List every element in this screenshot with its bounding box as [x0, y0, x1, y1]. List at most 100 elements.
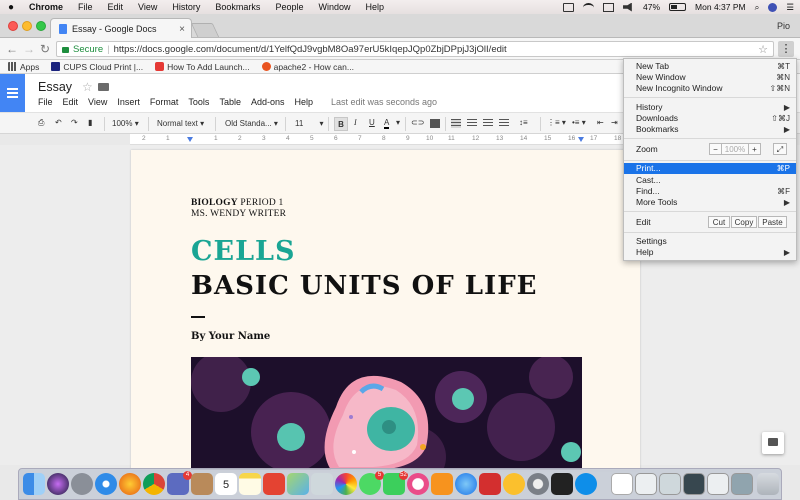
menu-bookmarks[interactable]: Bookmarks — [208, 2, 268, 12]
print-icon[interactable]: ⎙ — [38, 118, 44, 128]
docs-menu-insert[interactable]: Insert — [117, 97, 140, 107]
heading-main[interactable]: BASIC UNITS OF LIFE — [191, 271, 538, 301]
pdf-document-icon[interactable] — [611, 473, 633, 495]
menu-more-tools[interactable]: More Tools ▶ — [624, 197, 796, 208]
docs-menu-view[interactable]: View — [88, 97, 107, 107]
bookmark-cups[interactable]: CUPS Cloud Print |... — [51, 62, 143, 72]
ruler[interactable]: 2 1 1 2 3 4 5 6 7 8 9 10 11 12 13 14 15 … — [130, 134, 640, 145]
back-button[interactable]: ← — [6, 42, 18, 56]
docs-menu-file[interactable]: File — [38, 97, 53, 107]
copy-button[interactable]: Copy — [731, 216, 757, 228]
docs-menu-tools[interactable]: Tools — [188, 97, 209, 107]
app-store-badge-icon[interactable]: 4 — [167, 471, 192, 495]
forward-button[interactable]: → — [23, 42, 35, 56]
notes-icon[interactable] — [239, 473, 261, 495]
text-color-dropdown-icon[interactable]: ▾ — [396, 118, 400, 127]
cut-button[interactable]: Cut — [708, 216, 730, 228]
volume-icon[interactable] — [623, 2, 632, 12]
docs-menu-help[interactable]: Help — [294, 97, 313, 107]
finder-icon[interactable] — [23, 473, 45, 495]
decrease-indent-icon[interactable]: ⇤ — [597, 118, 604, 127]
comment-icon[interactable] — [430, 119, 440, 128]
window-thumbnail-icon[interactable] — [635, 473, 657, 495]
increase-indent-icon[interactable]: ⇥ — [611, 118, 618, 127]
menu-print[interactable]: Print... ⌘P — [624, 163, 796, 174]
menu-new-tab[interactable]: New Tab ⌘T — [624, 61, 796, 72]
paragraph-style-select[interactable]: Normal text ▾ — [157, 117, 204, 131]
docs-menu-format[interactable]: Format — [150, 97, 179, 107]
zoom-select[interactable]: 100% ▾ — [112, 117, 139, 131]
airplay-icon[interactable] — [603, 2, 615, 12]
tab-essay[interactable]: Essay - Google Docs × — [50, 18, 192, 39]
numbered-list-icon[interactable]: ⋮≡ ▾ — [547, 118, 566, 127]
bulleted-list-icon[interactable]: •≡ ▾ — [572, 118, 586, 127]
font-select[interactable]: Old Standa... ▾ — [225, 117, 278, 131]
profile-name[interactable]: Pio — [777, 21, 790, 31]
menu-chrome[interactable]: Chrome — [22, 2, 71, 12]
menu-history[interactable]: History ▶ — [624, 102, 796, 113]
menu-people[interactable]: People — [268, 2, 311, 12]
explore-button[interactable] — [762, 432, 784, 454]
maps-icon[interactable] — [287, 473, 309, 495]
window-thumbnail-icon[interactable] — [683, 473, 705, 495]
cyberduck-icon[interactable] — [503, 473, 525, 495]
menu-help[interactable]: Help — [358, 2, 392, 12]
menu-downloads[interactable]: Downloads ⇧⌘J — [624, 113, 796, 124]
link-icon[interactable]: ⊂⊃ — [411, 118, 424, 127]
trash-icon[interactable] — [757, 473, 779, 495]
menu-settings[interactable]: Settings — [624, 236, 796, 247]
apple-menu-icon[interactable]: ● — [0, 2, 22, 13]
itunes-icon[interactable] — [407, 473, 429, 495]
zoom-in-button[interactable]: + — [748, 143, 761, 155]
docs-menu-addons[interactable]: Add-ons — [251, 97, 285, 107]
photo-booth-icon[interactable] — [479, 473, 501, 495]
close-window-button[interactable] — [8, 21, 18, 31]
document-title[interactable]: Essay — [38, 80, 72, 94]
maximize-window-button[interactable] — [36, 21, 46, 31]
calendar-icon[interactable]: 5 — [215, 473, 237, 495]
paint-format-icon[interactable]: ▮ — [88, 118, 92, 127]
align-left-icon[interactable] — [451, 119, 461, 128]
app-store-icon[interactable] — [455, 473, 477, 495]
chrome-icon[interactable] — [143, 473, 165, 495]
ibooks-icon[interactable] — [431, 473, 453, 495]
teamviewer-icon[interactable] — [575, 473, 597, 495]
paste-button[interactable]: Paste — [758, 216, 787, 228]
last-edit-status[interactable]: Last edit was seconds ago — [331, 97, 437, 107]
new-tab-button[interactable] — [190, 23, 220, 37]
left-indent-marker[interactable] — [187, 137, 193, 142]
bookmark-apps[interactable]: Apps — [8, 62, 39, 72]
bold-button[interactable]: B — [334, 117, 348, 131]
menu-cast[interactable]: Cast... — [624, 175, 796, 186]
firefox-icon[interactable] — [119, 473, 141, 495]
reload-button[interactable]: ↻ — [40, 42, 50, 56]
menu-file[interactable]: File — [71, 2, 101, 12]
align-justify-icon[interactable] — [499, 119, 509, 128]
right-indent-marker[interactable] — [578, 137, 584, 142]
docs-home-icon[interactable] — [0, 74, 25, 112]
chrome-menu-button[interactable]: ⋮ — [778, 41, 794, 57]
cell-illustration[interactable] — [191, 357, 582, 470]
window-thumbnail-icon[interactable] — [659, 473, 681, 495]
bookmark-launch[interactable]: How To Add Launch... — [155, 62, 250, 72]
font-size-select[interactable]: 11 ▾ — [295, 117, 324, 131]
redo-icon[interactable]: ↷ — [71, 118, 78, 127]
line-spacing-icon[interactable]: ↕≡ — [519, 118, 528, 127]
star-icon[interactable]: ☆ — [82, 80, 93, 94]
menu-edit[interactable]: Edit — [101, 2, 132, 12]
window-thumbnail-icon[interactable] — [731, 473, 753, 495]
align-center-icon[interactable] — [467, 119, 477, 128]
terminal-icon[interactable] — [551, 473, 573, 495]
menu-window[interactable]: Window — [311, 2, 358, 12]
spotlight-icon[interactable]: ⌕ — [755, 2, 760, 13]
battery-icon[interactable] — [669, 3, 687, 11]
docs-menu-table[interactable]: Table — [219, 97, 241, 107]
italic-button[interactable]: I — [354, 118, 357, 127]
fullscreen-button[interactable]: ⤢ — [773, 143, 787, 155]
preview-icon[interactable] — [311, 473, 333, 495]
minimize-window-button[interactable] — [22, 21, 32, 31]
siri-icon[interactable] — [47, 473, 69, 495]
screen-mirror-icon[interactable] — [563, 2, 575, 12]
underline-button[interactable]: U — [369, 118, 375, 127]
todoist-icon[interactable] — [263, 473, 285, 495]
